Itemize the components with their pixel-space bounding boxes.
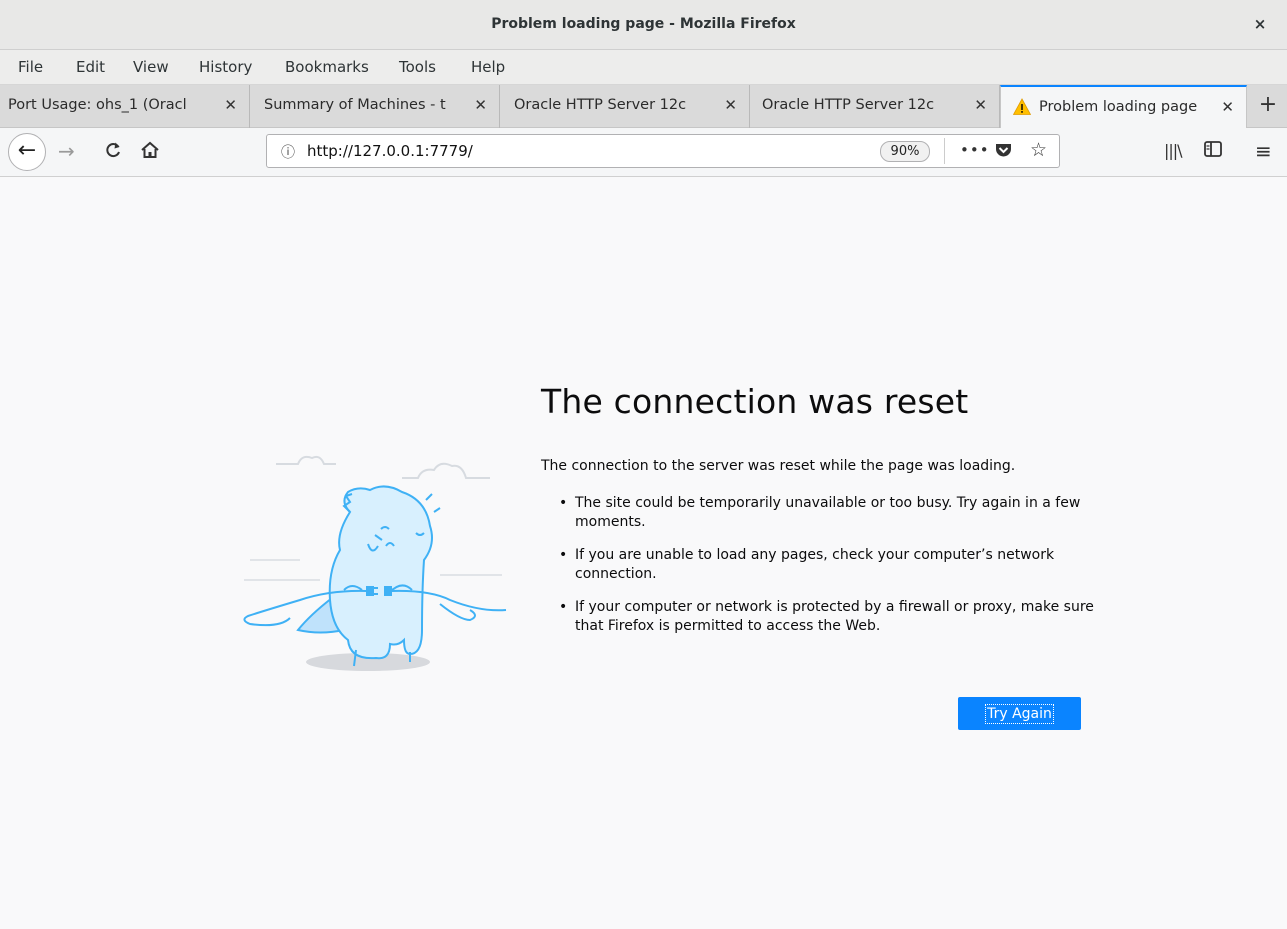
window-close-icon[interactable]: × [1251,15,1269,33]
tab-oracle-http-server-1[interactable]: Oracle HTTP Server 12c ✕ [500,85,750,128]
pocket-icon[interactable] [994,141,1013,164]
tab-label: Port Usage: ohs_1 (Oracl [8,97,187,113]
menu-bookmarks[interactable]: Bookmarks [285,58,369,76]
reload-icon[interactable] [103,140,123,164]
tab-problem-loading[interactable]: Problem loading page ✕ [1000,85,1247,129]
tab-close-icon[interactable]: ✕ [724,96,737,114]
tab-bar: Port Usage: ohs_1 (Oracl ✕ Summary of Ma… [0,85,1287,129]
url-bar-separator [944,138,945,164]
tab-close-icon[interactable]: ✕ [224,96,237,114]
new-tab-plus-icon[interactable]: + [1255,93,1281,117]
menu-view[interactable]: View [133,58,169,76]
error-description: The connection to the server was reset w… [541,458,1016,474]
tab-close-icon[interactable]: ✕ [974,96,987,114]
hamburger-menu-icon[interactable]: ≡ [1255,139,1272,163]
dinosaur-illustration-icon [243,455,507,671]
url-text[interactable]: http://127.0.0.1:7779/ [307,142,473,160]
window-title: Problem loading page - Mozilla Firefox [491,16,796,32]
forward-icon[interactable]: → [58,140,75,162]
menu-help[interactable]: Help [471,58,505,76]
list-item: If you are unable to load any pages, che… [557,546,1097,584]
tab-label: Oracle HTTP Server 12c [514,97,687,113]
tab-label: Problem loading page [1039,99,1198,115]
try-again-label: Try Again [985,703,1054,724]
back-icon[interactable]: ← [8,133,46,171]
page-actions-icon[interactable]: ••• [960,141,990,159]
zoom-indicator[interactable]: 90% [880,141,930,162]
list-item: The site could be temporarily unavailabl… [557,494,1097,532]
menu-tools[interactable]: Tools [399,58,436,76]
tab-label: Summary of Machines - t [264,97,446,113]
home-icon[interactable] [140,140,160,164]
tab-summary-of-machines[interactable]: Summary of Machines - t ✕ [250,85,500,128]
tab-label: Oracle HTTP Server 12c [762,97,935,113]
info-icon[interactable]: ⓘ [281,142,295,162]
library-icon[interactable]: |||\ [1164,141,1183,160]
star-icon[interactable]: ☆ [1030,139,1047,161]
error-suggestion-list: The site could be temporarily unavailabl… [557,494,1097,650]
list-item: If your computer or network is protected… [557,598,1097,636]
sidebar-icon[interactable] [1204,141,1222,161]
navigation-toolbar: ← → ⓘ http://127.0.0.1:7779/ 90% ••• ☆ |… [0,128,1287,177]
try-again-button[interactable]: Try Again [958,697,1081,730]
tab-close-icon[interactable]: ✕ [474,96,487,114]
error-title: The connection was reset [541,382,969,421]
menu-edit[interactable]: Edit [76,58,105,76]
tab-oracle-http-server-2[interactable]: Oracle HTTP Server 12c ✕ [750,85,1000,128]
tab-close-icon[interactable]: ✕ [1221,98,1234,116]
window-titlebar: Problem loading page - Mozilla Firefox × [0,0,1287,50]
menu-history[interactable]: History [199,58,252,76]
menu-file[interactable]: File [18,58,43,76]
warning-icon [1013,98,1031,115]
url-bar[interactable]: ⓘ http://127.0.0.1:7779/ 90% ••• ☆ [266,134,1060,168]
menu-bar: File Edit View History Bookmarks Tools H… [0,50,1287,85]
error-page: The connection was reset The connection … [0,178,1287,929]
tab-port-usage[interactable]: Port Usage: ohs_1 (Oracl ✕ [0,85,250,128]
